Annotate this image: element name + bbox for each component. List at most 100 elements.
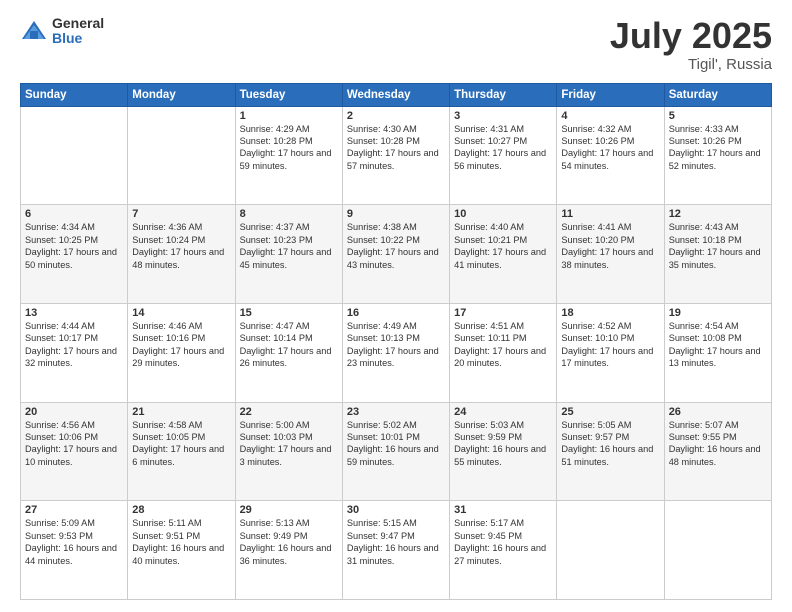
day-cell: 6Sunrise: 4:34 AM Sunset: 10:25 PM Dayli… <box>21 205 128 304</box>
col-header-friday: Friday <box>557 83 664 106</box>
day-cell: 24Sunrise: 5:03 AM Sunset: 9:59 PM Dayli… <box>450 402 557 501</box>
day-cell: 8Sunrise: 4:37 AM Sunset: 10:23 PM Dayli… <box>235 205 342 304</box>
day-number: 7 <box>132 208 230 220</box>
day-info: Sunrise: 4:32 AM Sunset: 10:26 PM Daylig… <box>561 123 659 173</box>
day-cell: 7Sunrise: 4:36 AM Sunset: 10:24 PM Dayli… <box>128 205 235 304</box>
day-number: 30 <box>347 504 445 516</box>
calendar-table: SundayMondayTuesdayWednesdayThursdayFrid… <box>20 83 772 600</box>
day-number: 27 <box>25 504 123 516</box>
day-number: 5 <box>669 110 767 122</box>
day-cell: 3Sunrise: 4:31 AM Sunset: 10:27 PM Dayli… <box>450 106 557 205</box>
day-info: Sunrise: 4:47 AM Sunset: 10:14 PM Daylig… <box>240 320 338 370</box>
day-info: Sunrise: 4:37 AM Sunset: 10:23 PM Daylig… <box>240 221 338 271</box>
day-cell: 10Sunrise: 4:40 AM Sunset: 10:21 PM Dayl… <box>450 205 557 304</box>
day-cell: 30Sunrise: 5:15 AM Sunset: 9:47 PM Dayli… <box>342 501 449 600</box>
day-number: 29 <box>240 504 338 516</box>
day-info: Sunrise: 4:54 AM Sunset: 10:08 PM Daylig… <box>669 320 767 370</box>
day-cell: 1Sunrise: 4:29 AM Sunset: 10:28 PM Dayli… <box>235 106 342 205</box>
day-info: Sunrise: 4:30 AM Sunset: 10:28 PM Daylig… <box>347 123 445 173</box>
day-cell: 12Sunrise: 4:43 AM Sunset: 10:18 PM Dayl… <box>664 205 771 304</box>
day-cell: 17Sunrise: 4:51 AM Sunset: 10:11 PM Dayl… <box>450 303 557 402</box>
title-block: July 2025 Tigil', Russia <box>610 16 772 73</box>
day-number: 2 <box>347 110 445 122</box>
day-info: Sunrise: 5:03 AM Sunset: 9:59 PM Dayligh… <box>454 419 552 469</box>
logo-blue-text: Blue <box>52 31 104 46</box>
col-header-tuesday: Tuesday <box>235 83 342 106</box>
day-cell: 25Sunrise: 5:05 AM Sunset: 9:57 PM Dayli… <box>557 402 664 501</box>
day-number: 15 <box>240 307 338 319</box>
header: General Blue July 2025 Tigil', Russia <box>20 16 772 73</box>
day-cell: 13Sunrise: 4:44 AM Sunset: 10:17 PM Dayl… <box>21 303 128 402</box>
day-cell: 9Sunrise: 4:38 AM Sunset: 10:22 PM Dayli… <box>342 205 449 304</box>
day-info: Sunrise: 4:40 AM Sunset: 10:21 PM Daylig… <box>454 221 552 271</box>
day-cell: 28Sunrise: 5:11 AM Sunset: 9:51 PM Dayli… <box>128 501 235 600</box>
day-number: 3 <box>454 110 552 122</box>
day-info: Sunrise: 4:51 AM Sunset: 10:11 PM Daylig… <box>454 320 552 370</box>
day-cell: 14Sunrise: 4:46 AM Sunset: 10:16 PM Dayl… <box>128 303 235 402</box>
day-number: 24 <box>454 406 552 418</box>
day-info: Sunrise: 4:44 AM Sunset: 10:17 PM Daylig… <box>25 320 123 370</box>
day-info: Sunrise: 4:49 AM Sunset: 10:13 PM Daylig… <box>347 320 445 370</box>
title-location: Tigil', Russia <box>610 56 772 73</box>
day-cell: 16Sunrise: 4:49 AM Sunset: 10:13 PM Dayl… <box>342 303 449 402</box>
day-number: 10 <box>454 208 552 220</box>
day-number: 23 <box>347 406 445 418</box>
title-month: July 2025 <box>610 16 772 56</box>
day-number: 20 <box>25 406 123 418</box>
col-header-thursday: Thursday <box>450 83 557 106</box>
day-number: 8 <box>240 208 338 220</box>
day-cell <box>21 106 128 205</box>
day-cell <box>128 106 235 205</box>
day-number: 28 <box>132 504 230 516</box>
day-number: 6 <box>25 208 123 220</box>
week-row-4: 20Sunrise: 4:56 AM Sunset: 10:06 PM Dayl… <box>21 402 772 501</box>
day-number: 21 <box>132 406 230 418</box>
day-cell: 22Sunrise: 5:00 AM Sunset: 10:03 PM Dayl… <box>235 402 342 501</box>
day-number: 17 <box>454 307 552 319</box>
day-cell: 19Sunrise: 4:54 AM Sunset: 10:08 PM Dayl… <box>664 303 771 402</box>
day-cell <box>557 501 664 600</box>
day-number: 1 <box>240 110 338 122</box>
day-cell: 20Sunrise: 4:56 AM Sunset: 10:06 PM Dayl… <box>21 402 128 501</box>
day-info: Sunrise: 4:31 AM Sunset: 10:27 PM Daylig… <box>454 123 552 173</box>
week-row-5: 27Sunrise: 5:09 AM Sunset: 9:53 PM Dayli… <box>21 501 772 600</box>
day-info: Sunrise: 5:05 AM Sunset: 9:57 PM Dayligh… <box>561 419 659 469</box>
day-number: 25 <box>561 406 659 418</box>
day-info: Sunrise: 4:43 AM Sunset: 10:18 PM Daylig… <box>669 221 767 271</box>
day-number: 26 <box>669 406 767 418</box>
week-row-3: 13Sunrise: 4:44 AM Sunset: 10:17 PM Dayl… <box>21 303 772 402</box>
col-header-monday: Monday <box>128 83 235 106</box>
day-cell: 27Sunrise: 5:09 AM Sunset: 9:53 PM Dayli… <box>21 501 128 600</box>
day-info: Sunrise: 4:58 AM Sunset: 10:05 PM Daylig… <box>132 419 230 469</box>
calendar-header-row: SundayMondayTuesdayWednesdayThursdayFrid… <box>21 83 772 106</box>
day-info: Sunrise: 4:38 AM Sunset: 10:22 PM Daylig… <box>347 221 445 271</box>
col-header-sunday: Sunday <box>21 83 128 106</box>
week-row-1: 1Sunrise: 4:29 AM Sunset: 10:28 PM Dayli… <box>21 106 772 205</box>
page: General Blue July 2025 Tigil', Russia Su… <box>0 0 792 612</box>
day-info: Sunrise: 5:11 AM Sunset: 9:51 PM Dayligh… <box>132 517 230 567</box>
day-info: Sunrise: 5:13 AM Sunset: 9:49 PM Dayligh… <box>240 517 338 567</box>
day-number: 14 <box>132 307 230 319</box>
day-cell: 23Sunrise: 5:02 AM Sunset: 10:01 PM Dayl… <box>342 402 449 501</box>
day-info: Sunrise: 5:00 AM Sunset: 10:03 PM Daylig… <box>240 419 338 469</box>
day-number: 11 <box>561 208 659 220</box>
day-info: Sunrise: 4:56 AM Sunset: 10:06 PM Daylig… <box>25 419 123 469</box>
day-number: 19 <box>669 307 767 319</box>
day-number: 12 <box>669 208 767 220</box>
day-info: Sunrise: 5:07 AM Sunset: 9:55 PM Dayligh… <box>669 419 767 469</box>
day-cell: 4Sunrise: 4:32 AM Sunset: 10:26 PM Dayli… <box>557 106 664 205</box>
day-info: Sunrise: 4:41 AM Sunset: 10:20 PM Daylig… <box>561 221 659 271</box>
day-number: 9 <box>347 208 445 220</box>
day-info: Sunrise: 5:09 AM Sunset: 9:53 PM Dayligh… <box>25 517 123 567</box>
day-cell: 15Sunrise: 4:47 AM Sunset: 10:14 PM Dayl… <box>235 303 342 402</box>
day-cell: 11Sunrise: 4:41 AM Sunset: 10:20 PM Dayl… <box>557 205 664 304</box>
day-info: Sunrise: 4:52 AM Sunset: 10:10 PM Daylig… <box>561 320 659 370</box>
day-cell: 21Sunrise: 4:58 AM Sunset: 10:05 PM Dayl… <box>128 402 235 501</box>
day-number: 16 <box>347 307 445 319</box>
col-header-wednesday: Wednesday <box>342 83 449 106</box>
day-cell: 18Sunrise: 4:52 AM Sunset: 10:10 PM Dayl… <box>557 303 664 402</box>
day-number: 13 <box>25 307 123 319</box>
day-cell: 29Sunrise: 5:13 AM Sunset: 9:49 PM Dayli… <box>235 501 342 600</box>
day-number: 22 <box>240 406 338 418</box>
day-info: Sunrise: 5:15 AM Sunset: 9:47 PM Dayligh… <box>347 517 445 567</box>
